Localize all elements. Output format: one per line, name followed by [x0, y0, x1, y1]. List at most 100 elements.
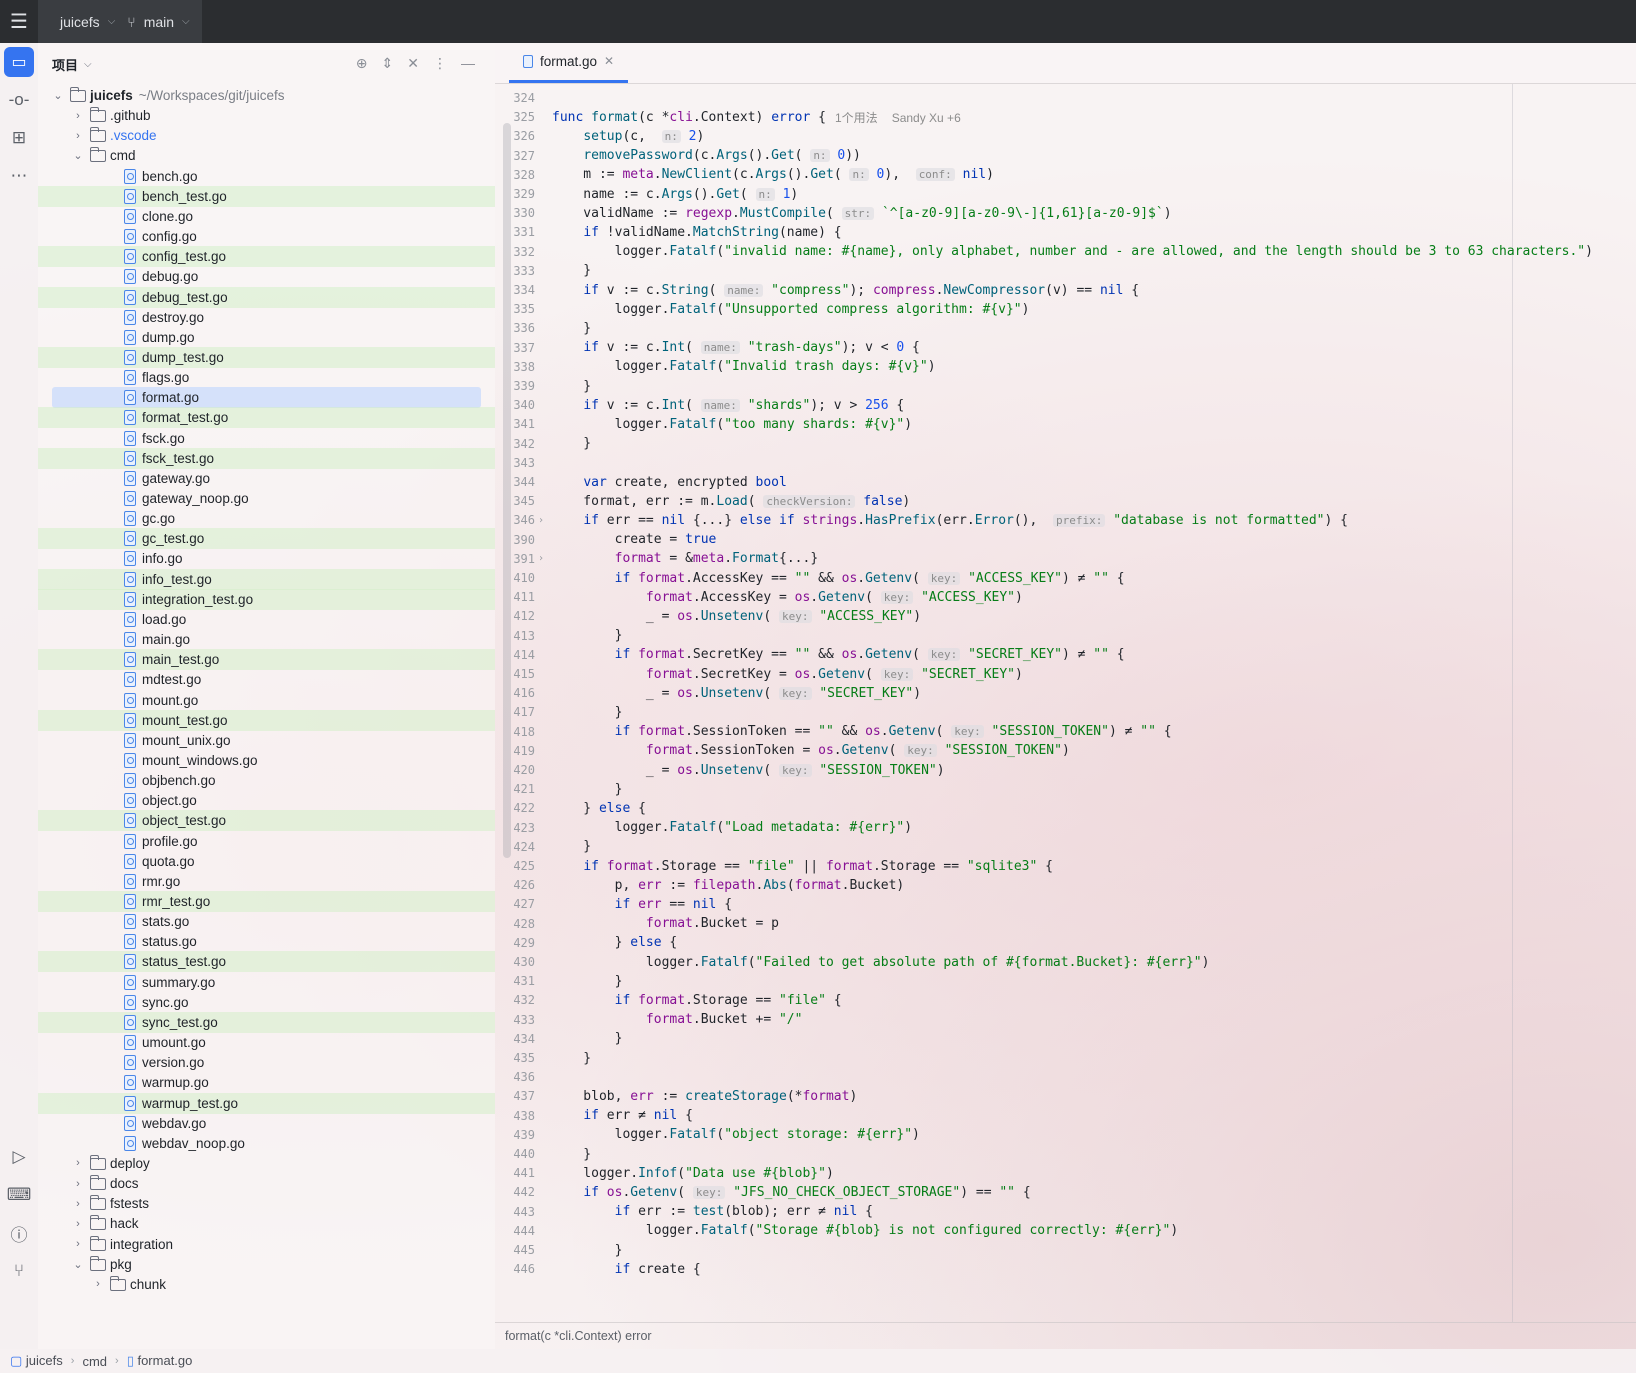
author-hint[interactable]: Sandy Xu +6 [892, 111, 961, 125]
tree-root[interactable]: ⌄ juicefs ~/Workspaces/git/juicefs [38, 85, 495, 106]
code-line[interactable]: 445 } [495, 1240, 1636, 1260]
chevron-right-icon[interactable]: › [72, 110, 84, 122]
hide-icon[interactable]: — [461, 55, 475, 72]
code-line[interactable]: 444 logger.Fatalf("Storage #{blob} is no… [495, 1221, 1636, 1241]
tree-file[interactable]: integration_test.go [38, 588, 495, 610]
git-tool-button[interactable]: ⑂ [0, 1252, 38, 1290]
code-line[interactable]: 426 p, err := filepath.Abs(format.Bucket… [495, 875, 1636, 895]
tree-file[interactable]: object.go [38, 790, 495, 811]
terminal-tool-button[interactable]: ⌨ [0, 1176, 38, 1214]
tree-file[interactable]: load.go [38, 609, 495, 630]
code-line[interactable]: 436 [495, 1067, 1636, 1087]
code-line[interactable]: 430 logger.Fatalf("Failed to get absolut… [495, 952, 1636, 972]
code-line[interactable]: 390 create = true [495, 530, 1636, 550]
code-line[interactable]: 439 logger.Fatalf("object storage: #{err… [495, 1125, 1636, 1145]
tree-file[interactable]: mount_test.go [38, 709, 495, 731]
code-line[interactable]: 433 format.Bucket += "/" [495, 1010, 1636, 1030]
chevron-right-icon[interactable]: › [72, 130, 84, 142]
tree-folder[interactable]: › .github [38, 105, 495, 126]
tree-folder[interactable]: › docs [38, 1173, 495, 1194]
tree-file[interactable]: rmr_test.go [38, 891, 495, 912]
code-line[interactable]: 328 m := meta.NewClient(c.Args().Get( n:… [495, 165, 1636, 185]
tree-file[interactable]: main.go [38, 629, 495, 650]
tree-file[interactable]: format.go [38, 387, 495, 409]
code-line[interactable]: 333 } [495, 261, 1636, 281]
code-line[interactable]: 432 if format.Storage == "file" { [495, 990, 1636, 1010]
code-line[interactable]: 431 } [495, 971, 1636, 991]
code-line[interactable]: 324 [495, 88, 1636, 108]
tree-file[interactable]: objbench.go [38, 770, 495, 791]
tree-file[interactable]: gc_test.go [38, 528, 495, 550]
code-line[interactable]: 417 } [495, 702, 1636, 722]
code-line[interactable]: 420 _ = os.Unsetenv( key: "SESSION_TOKEN… [495, 760, 1636, 780]
close-icon[interactable]: ✕ [604, 54, 614, 68]
code-line[interactable]: 438 if err ≠ nil { [495, 1106, 1636, 1126]
breadcrumb-file[interactable]: ▯ format.go [127, 1353, 193, 1369]
run-tool-button[interactable]: ▷ [0, 1138, 38, 1176]
tree-file[interactable]: main_test.go [38, 649, 495, 671]
code-line[interactable]: 343 [495, 453, 1636, 473]
code-line[interactable]: 414 if format.SecretKey == "" && os.Gete… [495, 645, 1636, 665]
tree-file[interactable]: status_test.go [38, 951, 495, 973]
code-line[interactable]: 327 removePassword(c.Args().Get( n: 0)) [495, 146, 1636, 166]
code-line[interactable]: 421 } [495, 779, 1636, 799]
code-line[interactable]: 434 } [495, 1029, 1636, 1049]
code-line[interactable]: 337 if v := c.Int( name: "trash-days"); … [495, 338, 1636, 358]
commit-tool-button[interactable]: -o- [0, 81, 38, 119]
code-line[interactable]: 415 format.SecretKey = os.Getenv( key: "… [495, 664, 1636, 684]
code-line[interactable]: 418 if format.SessionToken == "" && os.G… [495, 722, 1636, 742]
tree-file[interactable]: clone.go [38, 206, 495, 227]
tree-file[interactable]: mount.go [38, 690, 495, 711]
code-line[interactable]: 391 › format = &meta.Format{...} [495, 549, 1636, 569]
tree-file[interactable]: webdav_noop.go [38, 1133, 495, 1154]
code-line[interactable]: 427 if err == nil { [495, 894, 1636, 914]
code-line[interactable]: 331 if !validName.MatchString(name) { [495, 222, 1636, 242]
code-line[interactable]: 344 var create, encrypted bool [495, 472, 1636, 492]
code-line[interactable]: 341 logger.Fatalf("too many shards: #{v}… [495, 414, 1636, 434]
tree-file[interactable]: info.go [38, 548, 495, 569]
tree-file[interactable]: webdav.go [38, 1113, 495, 1134]
tree-file[interactable]: mount_unix.go [38, 730, 495, 751]
code-line[interactable]: 424 } [495, 837, 1636, 857]
tree-file[interactable]: debug_test.go [38, 286, 495, 308]
more-tools-button[interactable]: ⋯ [0, 157, 38, 195]
tree-file[interactable]: destroy.go [38, 307, 495, 328]
tree-file[interactable]: bench.go [38, 166, 495, 187]
locate-icon[interactable]: ⊕ [356, 55, 368, 72]
code-line[interactable]: 411 format.AccessKey = os.Getenv( key: "… [495, 587, 1636, 607]
main-menu-icon[interactable]: ☰ [0, 0, 38, 43]
tree-file[interactable]: config_test.go [38, 246, 495, 268]
code-line[interactable]: 340 if v := c.Int( name: "shards"); v > … [495, 395, 1636, 415]
project-tool-button[interactable]: ▭ [0, 43, 38, 81]
code-line[interactable]: 446 if create { [495, 1259, 1636, 1279]
tree-file[interactable]: status.go [38, 931, 495, 952]
chevron-right-icon[interactable]: › [72, 1157, 84, 1169]
chevron-right-icon[interactable]: › [72, 1178, 84, 1190]
chevron-down-icon[interactable]: ⌄ [72, 149, 84, 162]
tree-file[interactable]: umount.go [38, 1032, 495, 1053]
code-line[interactable]: 413 } [495, 626, 1636, 646]
tree-folder[interactable]: ⌄ cmd [38, 145, 495, 166]
tree-file[interactable]: sync_test.go [38, 1011, 495, 1033]
code-line[interactable]: 339 } [495, 376, 1636, 396]
usages-hint[interactable]: 1个用法 [835, 111, 878, 125]
code-line[interactable]: 336 } [495, 318, 1636, 338]
tree-file[interactable]: sync.go [38, 992, 495, 1013]
tree-file[interactable]: format_test.go [38, 407, 495, 429]
tree-folder[interactable]: › .vscode [38, 125, 495, 146]
tree-file[interactable]: gateway.go [38, 468, 495, 489]
code-line[interactable]: 425 if format.Storage == "file" || forma… [495, 856, 1636, 876]
expand-all-icon[interactable]: ⇕ [382, 55, 394, 72]
code-line[interactable]: 441 logger.Infof("Data use #{blob}") [495, 1163, 1636, 1183]
code-line[interactable]: 442 if os.Getenv( key: "JFS_NO_CHECK_OBJ… [495, 1182, 1636, 1202]
tree-file[interactable]: mdtest.go [38, 669, 495, 690]
code-line[interactable]: 346 › if err == nil {...} else if strings… [495, 510, 1636, 530]
tree-folder[interactable]: ⌄ pkg [38, 1254, 495, 1275]
tree-file[interactable]: warmup_test.go [38, 1092, 495, 1114]
tree-file[interactable]: version.go [38, 1052, 495, 1073]
tree-folder[interactable]: › integration [38, 1234, 495, 1255]
chevron-right-icon[interactable]: › [72, 1218, 84, 1230]
code-line[interactable]: 423 logger.Fatalf("Load metadata: #{err}… [495, 818, 1636, 838]
tree-file[interactable]: rmr.go [38, 871, 495, 892]
tree-file[interactable]: summary.go [38, 972, 495, 993]
